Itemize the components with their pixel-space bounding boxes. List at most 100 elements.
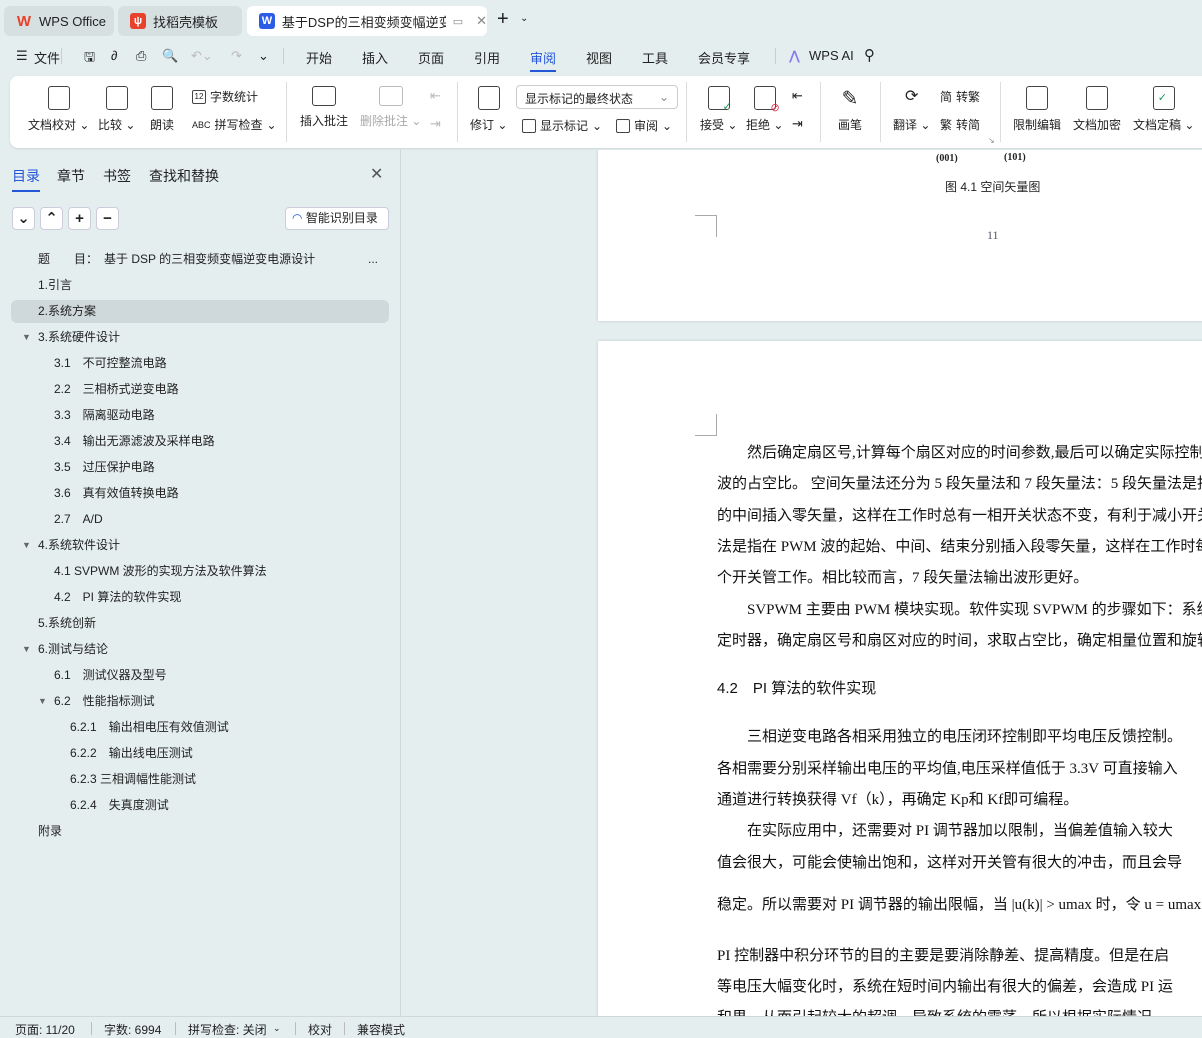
toc-item[interactable]: 6.2.1 输出相电压有效值测试 bbox=[11, 716, 389, 739]
hamburger-icon[interactable]: ☰ bbox=[16, 48, 28, 64]
toc-item[interactable]: 3.1 不可控整流电路 bbox=[11, 352, 389, 375]
toc-item[interactable]: ▼ 4.系统软件设计 bbox=[11, 534, 389, 557]
expand-triangle-icon[interactable]: ▼ bbox=[22, 326, 31, 349]
menu-view[interactable]: 视图 bbox=[586, 48, 612, 67]
search-icon[interactable]: ⚲ bbox=[864, 46, 875, 64]
panel-tab-bookmarks[interactable]: 书签 bbox=[103, 166, 131, 186]
print-icon[interactable]: ⎙ bbox=[136, 48, 146, 64]
toc-item[interactable]: 2.7 A/D bbox=[11, 508, 389, 531]
collapse-up-button[interactable]: ⌃ bbox=[40, 207, 63, 230]
toc-item[interactable]: 3.4 输出无源滤波及采样电路 bbox=[11, 430, 389, 453]
toc-item[interactable]: 3.5 过压保护电路 bbox=[11, 456, 389, 479]
restrict-edit-button[interactable]: 限制编辑 bbox=[1013, 86, 1061, 133]
panel-tab-chapters[interactable]: 章节 bbox=[57, 166, 85, 186]
to-simplified-button[interactable]: 繁转简 bbox=[940, 116, 980, 133]
translate-button[interactable]: ⟳ 翻译 ⌄ bbox=[893, 86, 930, 133]
tab-docer[interactable]: ψ 找稻壳模板 bbox=[118, 6, 242, 36]
print-preview-icon[interactable]: 🔍 bbox=[162, 48, 178, 64]
toc-item[interactable]: 附录 bbox=[11, 820, 389, 843]
undo-icon[interactable]: ↶⌄ bbox=[191, 48, 213, 64]
expand-triangle-icon[interactable]: ▼ bbox=[22, 638, 31, 661]
menu-file[interactable]: 文件 bbox=[34, 48, 60, 67]
toc-item-label: 2.2 三相桥式逆变电路 bbox=[54, 382, 179, 396]
encrypt-button[interactable]: 文档加密 bbox=[1073, 86, 1121, 133]
toc-item[interactable]: 1.引言 bbox=[11, 274, 389, 297]
label: 拒绝 bbox=[746, 118, 771, 132]
insert-comment-icon bbox=[312, 86, 336, 106]
document-canvas[interactable]: (001) (101) 图 4.1 空间矢量图 11 然后确定扇区号,计算每个扇… bbox=[402, 150, 1202, 1016]
menu-tools[interactable]: 工具 bbox=[642, 48, 668, 67]
toc-item[interactable]: ▼ 3.系统硬件设计 bbox=[11, 326, 389, 349]
new-tab-icon[interactable]: + bbox=[497, 8, 509, 31]
word-count-button[interactable]: 12 字数统计 bbox=[192, 88, 258, 105]
expand-triangle-icon[interactable]: ▼ bbox=[22, 534, 31, 557]
menu-membership[interactable]: 会员专享 bbox=[698, 48, 750, 67]
toc-item[interactable]: 5.系统创新 bbox=[11, 612, 389, 635]
menu-wps-ai[interactable]: WPS AI bbox=[809, 48, 854, 63]
delete-comment-button[interactable]: 删除批注 ⌄ bbox=[360, 86, 421, 129]
show-markup-button[interactable]: 显示标记 ⌄ bbox=[522, 117, 602, 134]
link-icon[interactable]: ∂ bbox=[111, 48, 117, 63]
remove-heading-button[interactable]: − bbox=[96, 207, 119, 230]
menu-insert[interactable]: 插入 bbox=[362, 48, 388, 67]
accept-button[interactable]: ✓ 接受 ⌄ bbox=[700, 86, 737, 133]
tab-document[interactable]: W 基于DSP的三相变频变幅逆变电 ▭ ✕ bbox=[247, 6, 487, 36]
text-line: PI 控制器中积分环节的目的主要是要消除静差、提高精度。但是在启 bbox=[717, 948, 1170, 964]
track-changes-button[interactable]: 修订 ⌄ bbox=[470, 86, 507, 133]
chevron-down-icon[interactable]: ⌄ bbox=[273, 1023, 281, 1034]
spell-check-status[interactable]: 拼写检查: 关闭 bbox=[188, 1021, 267, 1038]
finalize-button[interactable]: ✓ 文档定稿 ⌄ bbox=[1133, 86, 1194, 133]
toc-item[interactable]: 3.3 隔离驱动电路 bbox=[11, 404, 389, 427]
close-tab-icon[interactable]: ✕ bbox=[476, 13, 487, 29]
menu-review[interactable]: 审阅 bbox=[530, 48, 557, 72]
toc-item[interactable]: ▼ 6.测试与结论 bbox=[11, 638, 389, 661]
redo-icon[interactable]: ↷ bbox=[231, 48, 242, 64]
smart-toc-button[interactable]: ◠ 智能识别目录 bbox=[285, 207, 389, 230]
toc-item[interactable]: 6.1 测试仪器及型号 bbox=[11, 664, 389, 687]
expand-down-button[interactable]: ⌄ bbox=[12, 207, 35, 230]
toc-item[interactable]: 2.系统方案 bbox=[11, 300, 389, 323]
read-aloud-button[interactable]: 朗读 bbox=[150, 86, 174, 133]
toc-item[interactable]: 6.2.3 三相调幅性能测试 bbox=[11, 768, 389, 791]
monitor-icon[interactable]: ▭ bbox=[453, 15, 463, 28]
more-icon[interactable]: ... bbox=[368, 248, 378, 271]
toc-item[interactable]: 3.6 真有效值转换电路 bbox=[11, 482, 389, 505]
wps-logo-icon: W bbox=[16, 12, 32, 30]
toc-item[interactable]: 题 目： 基于 DSP 的三相变频变幅逆变电源设计... bbox=[11, 248, 389, 271]
add-heading-button[interactable]: + bbox=[68, 207, 91, 230]
chevron-down-icon[interactable]: ⌄ bbox=[520, 13, 528, 24]
proofread-status[interactable]: 校对 bbox=[308, 1021, 332, 1038]
dialog-launcher-icon[interactable]: ↘ bbox=[988, 136, 995, 145]
menu-page[interactable]: 页面 bbox=[418, 48, 444, 67]
reject-button[interactable]: ⊘ 拒绝 ⌄ bbox=[746, 86, 783, 133]
save-icon[interactable]: 🖫 bbox=[84, 48, 95, 70]
next-change-icon[interactable]: ⇥ bbox=[792, 116, 803, 132]
expand-triangle-icon[interactable]: ▼ bbox=[38, 690, 47, 713]
insert-comment-button[interactable]: 插入批注 bbox=[300, 86, 348, 129]
panel-tab-toc[interactable]: 目录 bbox=[12, 166, 40, 192]
toc-item[interactable]: 6.2.2 输出线电压测试 bbox=[11, 742, 389, 765]
toc-item[interactable]: 4.2 PI 算法的软件实现 bbox=[11, 586, 389, 609]
compare-button[interactable]: 比较 ⌄ bbox=[98, 86, 135, 133]
to-traditional-button[interactable]: 简转繁 bbox=[940, 88, 980, 105]
word-count[interactable]: 字数: 6994 bbox=[104, 1021, 161, 1038]
toc-item[interactable]: 6.2.4 失真度测试 bbox=[11, 794, 389, 817]
toc-item[interactable]: ▼ 6.2 性能指标测试 bbox=[11, 690, 389, 713]
previous-change-icon[interactable]: ⇤ bbox=[792, 88, 803, 104]
menu-start[interactable]: 开始 bbox=[306, 48, 332, 67]
previous-comment-icon[interactable]: ⇤ bbox=[430, 88, 441, 104]
menu-references[interactable]: 引用 bbox=[474, 48, 500, 67]
tab-wps-office[interactable]: W WPS Office bbox=[4, 6, 114, 36]
page-indicator[interactable]: 页面: 11/20 bbox=[15, 1021, 75, 1038]
more-chevron-icon[interactable]: ⌄ bbox=[258, 48, 269, 64]
spell-check-button[interactable]: ABC 拼写检查 ⌄ bbox=[192, 116, 277, 133]
close-panel-icon[interactable]: ✕ bbox=[370, 164, 383, 184]
pen-button[interactable]: ✎ 画笔 bbox=[838, 86, 862, 133]
toc-item[interactable]: 4.1 SVPWM 波形的实现方法及软件算法 bbox=[11, 560, 389, 583]
next-comment-icon[interactable]: ⇥ bbox=[430, 116, 441, 132]
proofread-button[interactable]: 文档校对 ⌄ bbox=[28, 86, 89, 133]
panel-tab-find-replace[interactable]: 查找和替换 bbox=[149, 166, 219, 186]
review-pane-button[interactable]: 审阅 ⌄ bbox=[616, 117, 672, 134]
markup-state-select[interactable]: 显示标记的最终状态 ⌄ bbox=[516, 85, 678, 109]
toc-item[interactable]: 2.2 三相桥式逆变电路 bbox=[11, 378, 389, 401]
